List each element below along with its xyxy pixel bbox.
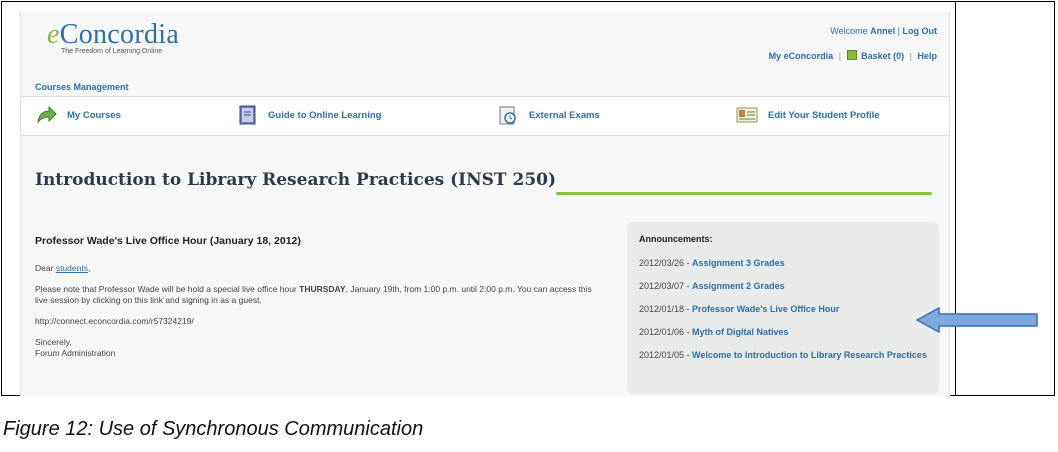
announcements-heading: Announcements: [639,234,713,244]
announcements-list: 2012/03/26 - Assignment 3 Grades 2012/03… [639,258,929,373]
announcement-item: 2012/01/05 - Welcome to Introduction to … [639,350,927,360]
logo-tagline: The Freedom of Learning Online [61,48,163,55]
signature: Forum Administration [35,348,116,358]
session-url[interactable]: http://connect.econcordia.com/r57324219/ [35,316,595,327]
logo-wordmark: Concordia [59,19,180,50]
title-underline [556,192,932,195]
announcement-item: 2012/03/26 - Assignment 3 Grades [639,258,785,268]
econcordia-logo[interactable]: eConcordia The Freedom of Learning Onlin… [47,19,180,56]
post-body-part1: Please note that Professor Wade will be … [35,284,297,294]
nav-guide-online-learning[interactable]: Guide to Online Learning [236,105,381,125]
nav-external-exams[interactable]: External Exams [497,105,600,125]
document-clock-icon [499,106,516,125]
figure-divider [955,1,956,396]
main-nav: My Courses Guide to Online Learning Exte… [21,96,949,136]
logout-link[interactable]: Log Out [903,26,938,36]
user-bar: Welcome Annel | Log Out My eConcordia | … [768,26,938,61]
post-title: Professor Wade's Live Office Hour (Janua… [35,235,301,247]
help-link[interactable]: Help [917,51,937,61]
signoff: Sincerely, [35,337,72,347]
profile-card-icon [736,107,758,123]
book-icon [239,105,256,125]
user-name: Annel [870,26,896,36]
econcordia-page: eConcordia The Freedom of Learning Onlin… [20,12,950,396]
my-econcordia-link[interactable]: My eConcordia [769,51,834,61]
post-body-bold: THURSDAY [299,284,346,294]
announcements-panel: Announcements: 2012/03/26 - Assignment 3… [627,222,939,394]
announcement-link[interactable]: Assignment 3 Grades [692,258,785,268]
announcement-link[interactable]: Myth of Digital Natives [692,327,789,337]
announcement-link[interactable]: Assignment 2 Grades [692,281,785,291]
courses-management-link[interactable]: Courses Management [35,82,129,92]
announcement-item: 2012/03/07 - Assignment 2 Grades [639,281,785,291]
basket-icon [846,50,857,60]
figure-caption: Figure 12: Use of Synchronous Communicat… [3,418,424,440]
students-link[interactable]: students [56,263,88,273]
announcement-link[interactable]: Welcome to Introduction to Library Resea… [692,350,927,360]
post-body: Dear students, Please note that Professo… [35,263,595,359]
announcement-link[interactable]: Professor Wade's Live Office Hour [692,304,839,314]
announcement-item: 2012/01/06 - Myth of Digital Natives [639,327,789,337]
green-arrow-icon [37,105,57,124]
pointer-arrow-icon [915,306,1038,334]
nav-edit-student-profile[interactable]: Edit Your Student Profile [736,105,880,125]
welcome-text: Welcome [830,26,868,36]
greeting-text: Dear [35,263,54,273]
nav-my-courses[interactable]: My Courses [35,105,121,125]
course-title: Introduction to Library Research Practic… [35,170,557,190]
logo-e-letter: e [47,19,60,50]
basket-link[interactable]: Basket (0) [861,51,904,61]
announcement-item: 2012/01/18 - Professor Wade's Live Offic… [639,304,840,314]
